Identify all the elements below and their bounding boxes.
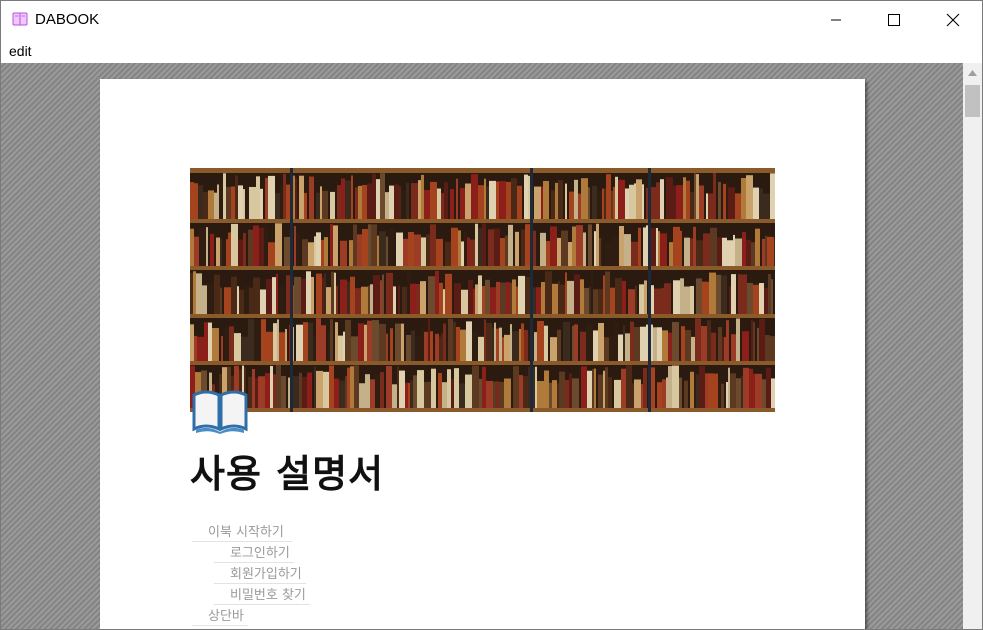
- cover-image: [190, 168, 775, 412]
- vertical-scrollbar[interactable]: [963, 63, 982, 629]
- scroll-up-arrow-icon: [968, 70, 977, 76]
- open-book-icon: [12, 12, 28, 26]
- title-bar[interactable]: DABOOK: [1, 1, 982, 39]
- maximize-button[interactable]: [871, 1, 917, 39]
- toc-item[interactable]: 회원가입하기: [214, 563, 306, 584]
- toc-item[interactable]: 상단바: [192, 605, 248, 626]
- window-title: DABOOK: [35, 11, 100, 28]
- minimize-button[interactable]: [813, 1, 859, 39]
- toc-item[interactable]: 로그인하기: [214, 542, 294, 563]
- app-window: DABOOK edit 사용 설명서 이북 시작하기 로그인하기 회원가입하기 …: [0, 0, 983, 630]
- document-canvas[interactable]: 사용 설명서 이북 시작하기 로그인하기 회원가입하기 비밀번호 찾기 상단바 …: [1, 63, 963, 629]
- toc-item[interactable]: 이북 시작하기: [192, 521, 292, 542]
- maximize-icon: [888, 14, 900, 26]
- toc-item[interactable]: 검색: [214, 626, 258, 629]
- open-book-emoji: [192, 390, 248, 434]
- scroll-up-button[interactable]: [963, 63, 982, 83]
- menu-item-edit[interactable]: edit: [9, 43, 32, 59]
- page-title: 사용 설명서: [190, 452, 385, 496]
- close-icon: [946, 13, 960, 27]
- minimize-icon: [831, 19, 841, 21]
- document-page[interactable]: 사용 설명서 이북 시작하기 로그인하기 회원가입하기 비밀번호 찾기 상단바 …: [100, 79, 865, 629]
- menu-bar: edit: [1, 39, 982, 63]
- toc-item[interactable]: 비밀번호 찾기: [214, 584, 310, 605]
- scroll-thumb[interactable]: [965, 85, 980, 117]
- close-button[interactable]: [930, 1, 976, 39]
